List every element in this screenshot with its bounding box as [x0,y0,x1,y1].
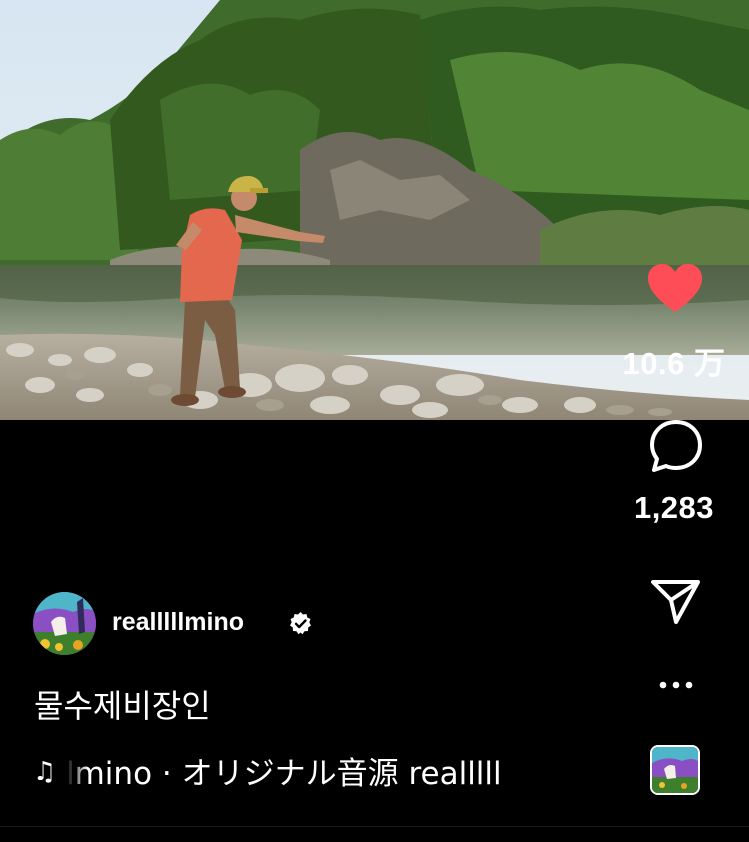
share-button[interactable] [650,576,702,626]
like-button[interactable] [645,262,705,316]
music-note-icon: ♫ [33,757,57,787]
comment-button[interactable] [648,418,704,474]
audio-cover-image [652,747,698,793]
verified-icon [288,611,313,636]
post-caption[interactable]: 물수제비장인 [34,681,211,727]
comments-count: 1,283 [633,490,715,525]
share-icon [651,580,700,624]
audio-fade-right [548,752,588,796]
heart-icon [648,264,702,312]
more-options-button[interactable] [655,675,697,695]
author-username[interactable]: realllllmino [112,608,244,637]
bottom-divider [0,826,749,827]
avatar-image [33,592,96,655]
more-icon [659,681,693,689]
likes-count: 10.6 万 [622,346,726,381]
audio-thumbnail[interactable] [650,745,700,795]
audio-fade-left [66,752,88,796]
author-avatar[interactable] [33,592,96,655]
comment-icon [650,420,702,472]
audio-label: lmino · オリジナル音源 realllll [66,756,502,792]
audio-marquee[interactable]: lmino · オリジナル音源 realllll [66,752,588,796]
